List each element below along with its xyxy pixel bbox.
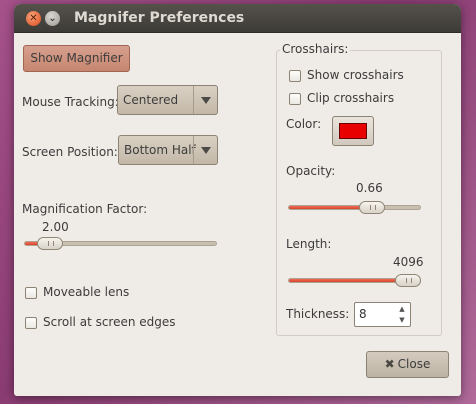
mouse-tracking-value: Centered bbox=[123, 93, 179, 107]
scroll-edges-label: Scroll at screen edges bbox=[43, 315, 176, 329]
thickness-input[interactable] bbox=[359, 307, 389, 321]
screen-position-value: Bottom Half bbox=[124, 143, 196, 157]
clip-crosshairs-checkbox[interactable] bbox=[289, 93, 301, 105]
screen-position-dropdown[interactable] bbox=[193, 136, 217, 164]
close-window-icon[interactable]: ✕ bbox=[26, 11, 41, 26]
clip-crosshairs-label: Clip crosshairs bbox=[307, 91, 395, 105]
window-menu-icon[interactable]: ⌄ bbox=[45, 11, 60, 26]
magnification-factor-label: Magnification Factor: bbox=[22, 202, 148, 216]
crosshairs-frame-title: Crosshairs: bbox=[280, 42, 351, 56]
scroll-edges-checkbox[interactable] bbox=[25, 317, 37, 329]
length-slider-thumb[interactable] bbox=[395, 274, 421, 287]
opacity-value: 0.66 bbox=[356, 181, 383, 195]
show-crosshairs-checkbox[interactable] bbox=[289, 70, 301, 82]
mouse-tracking-dropdown[interactable] bbox=[193, 86, 217, 114]
show-crosshairs-label: Show crosshairs bbox=[307, 68, 404, 82]
window-title: Magnifer Preferences bbox=[74, 10, 245, 26]
show-magnifier-button[interactable]: Show Magnifier bbox=[23, 45, 130, 72]
spin-down-icon[interactable]: ▼ bbox=[396, 315, 408, 325]
close-button-label: Close bbox=[397, 357, 431, 371]
moveable-lens-label: Moveable lens bbox=[43, 285, 130, 299]
screen-position-label: Screen Position: bbox=[22, 145, 118, 159]
titlebar: ✕ ⌄ Magnifer Preferences bbox=[14, 4, 461, 33]
thickness-label: Thickness: bbox=[286, 307, 350, 321]
mouse-tracking-label: Mouse Tracking: bbox=[22, 95, 119, 109]
length-slider-fill bbox=[289, 279, 409, 282]
preferences-window: ✕ ⌄ Magnifer Preferences Show Magnifier … bbox=[14, 4, 461, 396]
length-label: Length: bbox=[286, 237, 332, 251]
chevron-down-icon bbox=[201, 97, 211, 104]
color-picker-button[interactable] bbox=[332, 116, 374, 146]
moveable-lens-checkbox[interactable] bbox=[25, 287, 37, 299]
close-button[interactable]: ✖ Close bbox=[366, 351, 449, 378]
spin-up-icon[interactable]: ▲ bbox=[396, 304, 408, 314]
magnification-value: 2.00 bbox=[42, 220, 69, 234]
opacity-label: Opacity: bbox=[286, 164, 336, 178]
opacity-slider-thumb[interactable] bbox=[358, 201, 385, 214]
color-label: Color: bbox=[286, 117, 322, 131]
screen-position-combo[interactable]: Bottom Half bbox=[118, 135, 218, 165]
opacity-slider[interactable] bbox=[288, 205, 421, 210]
chevron-down-icon bbox=[201, 147, 211, 154]
close-icon: ✖ bbox=[384, 357, 395, 371]
magnification-slider-thumb[interactable] bbox=[37, 237, 64, 250]
color-swatch bbox=[339, 123, 367, 139]
mouse-tracking-combo[interactable]: Centered bbox=[117, 85, 218, 115]
thickness-spinner[interactable]: ▲ ▼ bbox=[354, 302, 411, 327]
length-value: 4096 bbox=[393, 255, 424, 269]
